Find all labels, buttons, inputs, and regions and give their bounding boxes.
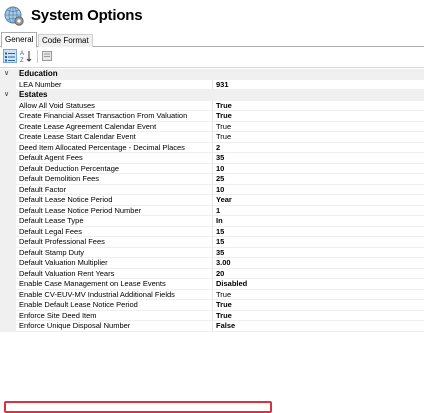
window-header: System Options bbox=[0, 0, 424, 32]
globe-gear-icon bbox=[4, 6, 24, 26]
property-row[interactable]: Default Agent Fees 35 bbox=[0, 153, 424, 164]
property-grid: ∨ Education LEA Number 931 ∨ Estates Allow All… bbox=[0, 68, 424, 413]
row-margin bbox=[0, 195, 16, 206]
property-row[interactable]: Enforce Unique Disposal Number False bbox=[0, 321, 424, 332]
row-margin bbox=[0, 132, 16, 143]
row-margin bbox=[0, 79, 16, 90]
property-row[interactable]: Create Financial Asset Transaction From … bbox=[0, 111, 424, 122]
row-margin bbox=[0, 174, 16, 185]
tab-code-format[interactable]: Code Format bbox=[38, 34, 93, 47]
property-row[interactable]: Allow All Void Statuses True bbox=[0, 100, 424, 111]
collapse-chevron-icon[interactable]: ∨ bbox=[4, 69, 9, 80]
row-margin bbox=[0, 310, 16, 321]
property-row[interactable]: Default Stamp Duty 35 bbox=[0, 247, 424, 258]
property-row[interactable]: Create Lease Agreement Calendar Event Tru… bbox=[0, 121, 424, 132]
row-divider bbox=[16, 330, 424, 332]
row-margin bbox=[0, 300, 16, 311]
property-row[interactable]: Enable CV-EUV-MV Industrial Additional F… bbox=[0, 289, 424, 300]
category-label: Education bbox=[19, 69, 58, 78]
property-grid-toolbar: A Z bbox=[0, 47, 424, 68]
row-margin bbox=[0, 237, 16, 248]
categorized-view-icon bbox=[5, 52, 15, 62]
svg-text:Z: Z bbox=[20, 58, 24, 63]
highlight-box bbox=[4, 401, 272, 413]
property-pages-button[interactable] bbox=[41, 49, 55, 63]
property-row[interactable]: Enable Case Management on Lease Events Di… bbox=[0, 279, 424, 290]
page-title: System Options bbox=[31, 7, 143, 24]
row-margin bbox=[0, 121, 16, 132]
property-row[interactable]: Default Professional Fees 15 bbox=[0, 237, 424, 248]
row-margin bbox=[0, 247, 16, 258]
category-label: Estates bbox=[19, 90, 48, 99]
property-row[interactable]: Enforce Site Deed Item True bbox=[0, 310, 424, 321]
row-margin bbox=[0, 163, 16, 174]
row-margin bbox=[0, 153, 16, 164]
row-margin bbox=[0, 111, 16, 122]
row-margin bbox=[0, 216, 16, 227]
alphabetical-sort-button[interactable]: A Z bbox=[20, 49, 34, 64]
row-margin bbox=[0, 142, 16, 153]
property-row[interactable]: Default Valuation Rent Years 20 bbox=[0, 268, 424, 279]
tab-general[interactable]: General bbox=[1, 32, 38, 48]
property-row[interactable]: Default Lease Type In bbox=[0, 216, 424, 227]
alphabetical-sort-icon: A Z bbox=[20, 51, 32, 64]
row-margin bbox=[0, 205, 16, 216]
property-row[interactable]: Default Lease Notice Period Number 1 bbox=[0, 205, 424, 216]
property-row[interactable]: Deed Item Allocated Percentage - Decimal… bbox=[0, 142, 424, 153]
property-row[interactable]: Enable Default Lease Notice Period True bbox=[0, 300, 424, 311]
row-margin bbox=[0, 279, 16, 290]
property-row[interactable]: Default Factor 10 bbox=[0, 184, 424, 195]
property-row[interactable]: Default Demolition Fees 25 bbox=[0, 174, 424, 185]
property-row[interactable]: Default Legal Fees 15 bbox=[0, 226, 424, 237]
row-margin bbox=[0, 100, 16, 111]
property-row[interactable]: Default Lease Notice Period Year bbox=[0, 195, 424, 206]
property-row[interactable]: LEA Number 931 bbox=[0, 79, 424, 90]
row-margin bbox=[0, 321, 16, 332]
row-margin bbox=[0, 268, 16, 279]
collapse-chevron-icon[interactable]: ∨ bbox=[4, 90, 9, 101]
category-row[interactable]: ∨ Education bbox=[0, 69, 424, 80]
property-row[interactable]: Create Lease Start Calendar Event True bbox=[0, 132, 424, 143]
row-margin bbox=[0, 289, 16, 300]
property-row[interactable]: Default Deduction Percentage 10 bbox=[0, 163, 424, 174]
toolbar-separator bbox=[37, 50, 38, 63]
tab-strip: General Code Format bbox=[0, 32, 424, 48]
row-margin bbox=[0, 258, 16, 269]
category-row[interactable]: ∨ Estates bbox=[0, 90, 424, 101]
property-pages-icon bbox=[42, 51, 52, 61]
categorized-view-button[interactable] bbox=[3, 49, 17, 63]
svg-text:A: A bbox=[20, 51, 24, 57]
row-margin bbox=[0, 226, 16, 237]
row-margin bbox=[0, 184, 16, 195]
property-row[interactable]: Default Valuation Multiplier 3.00 bbox=[0, 258, 424, 269]
